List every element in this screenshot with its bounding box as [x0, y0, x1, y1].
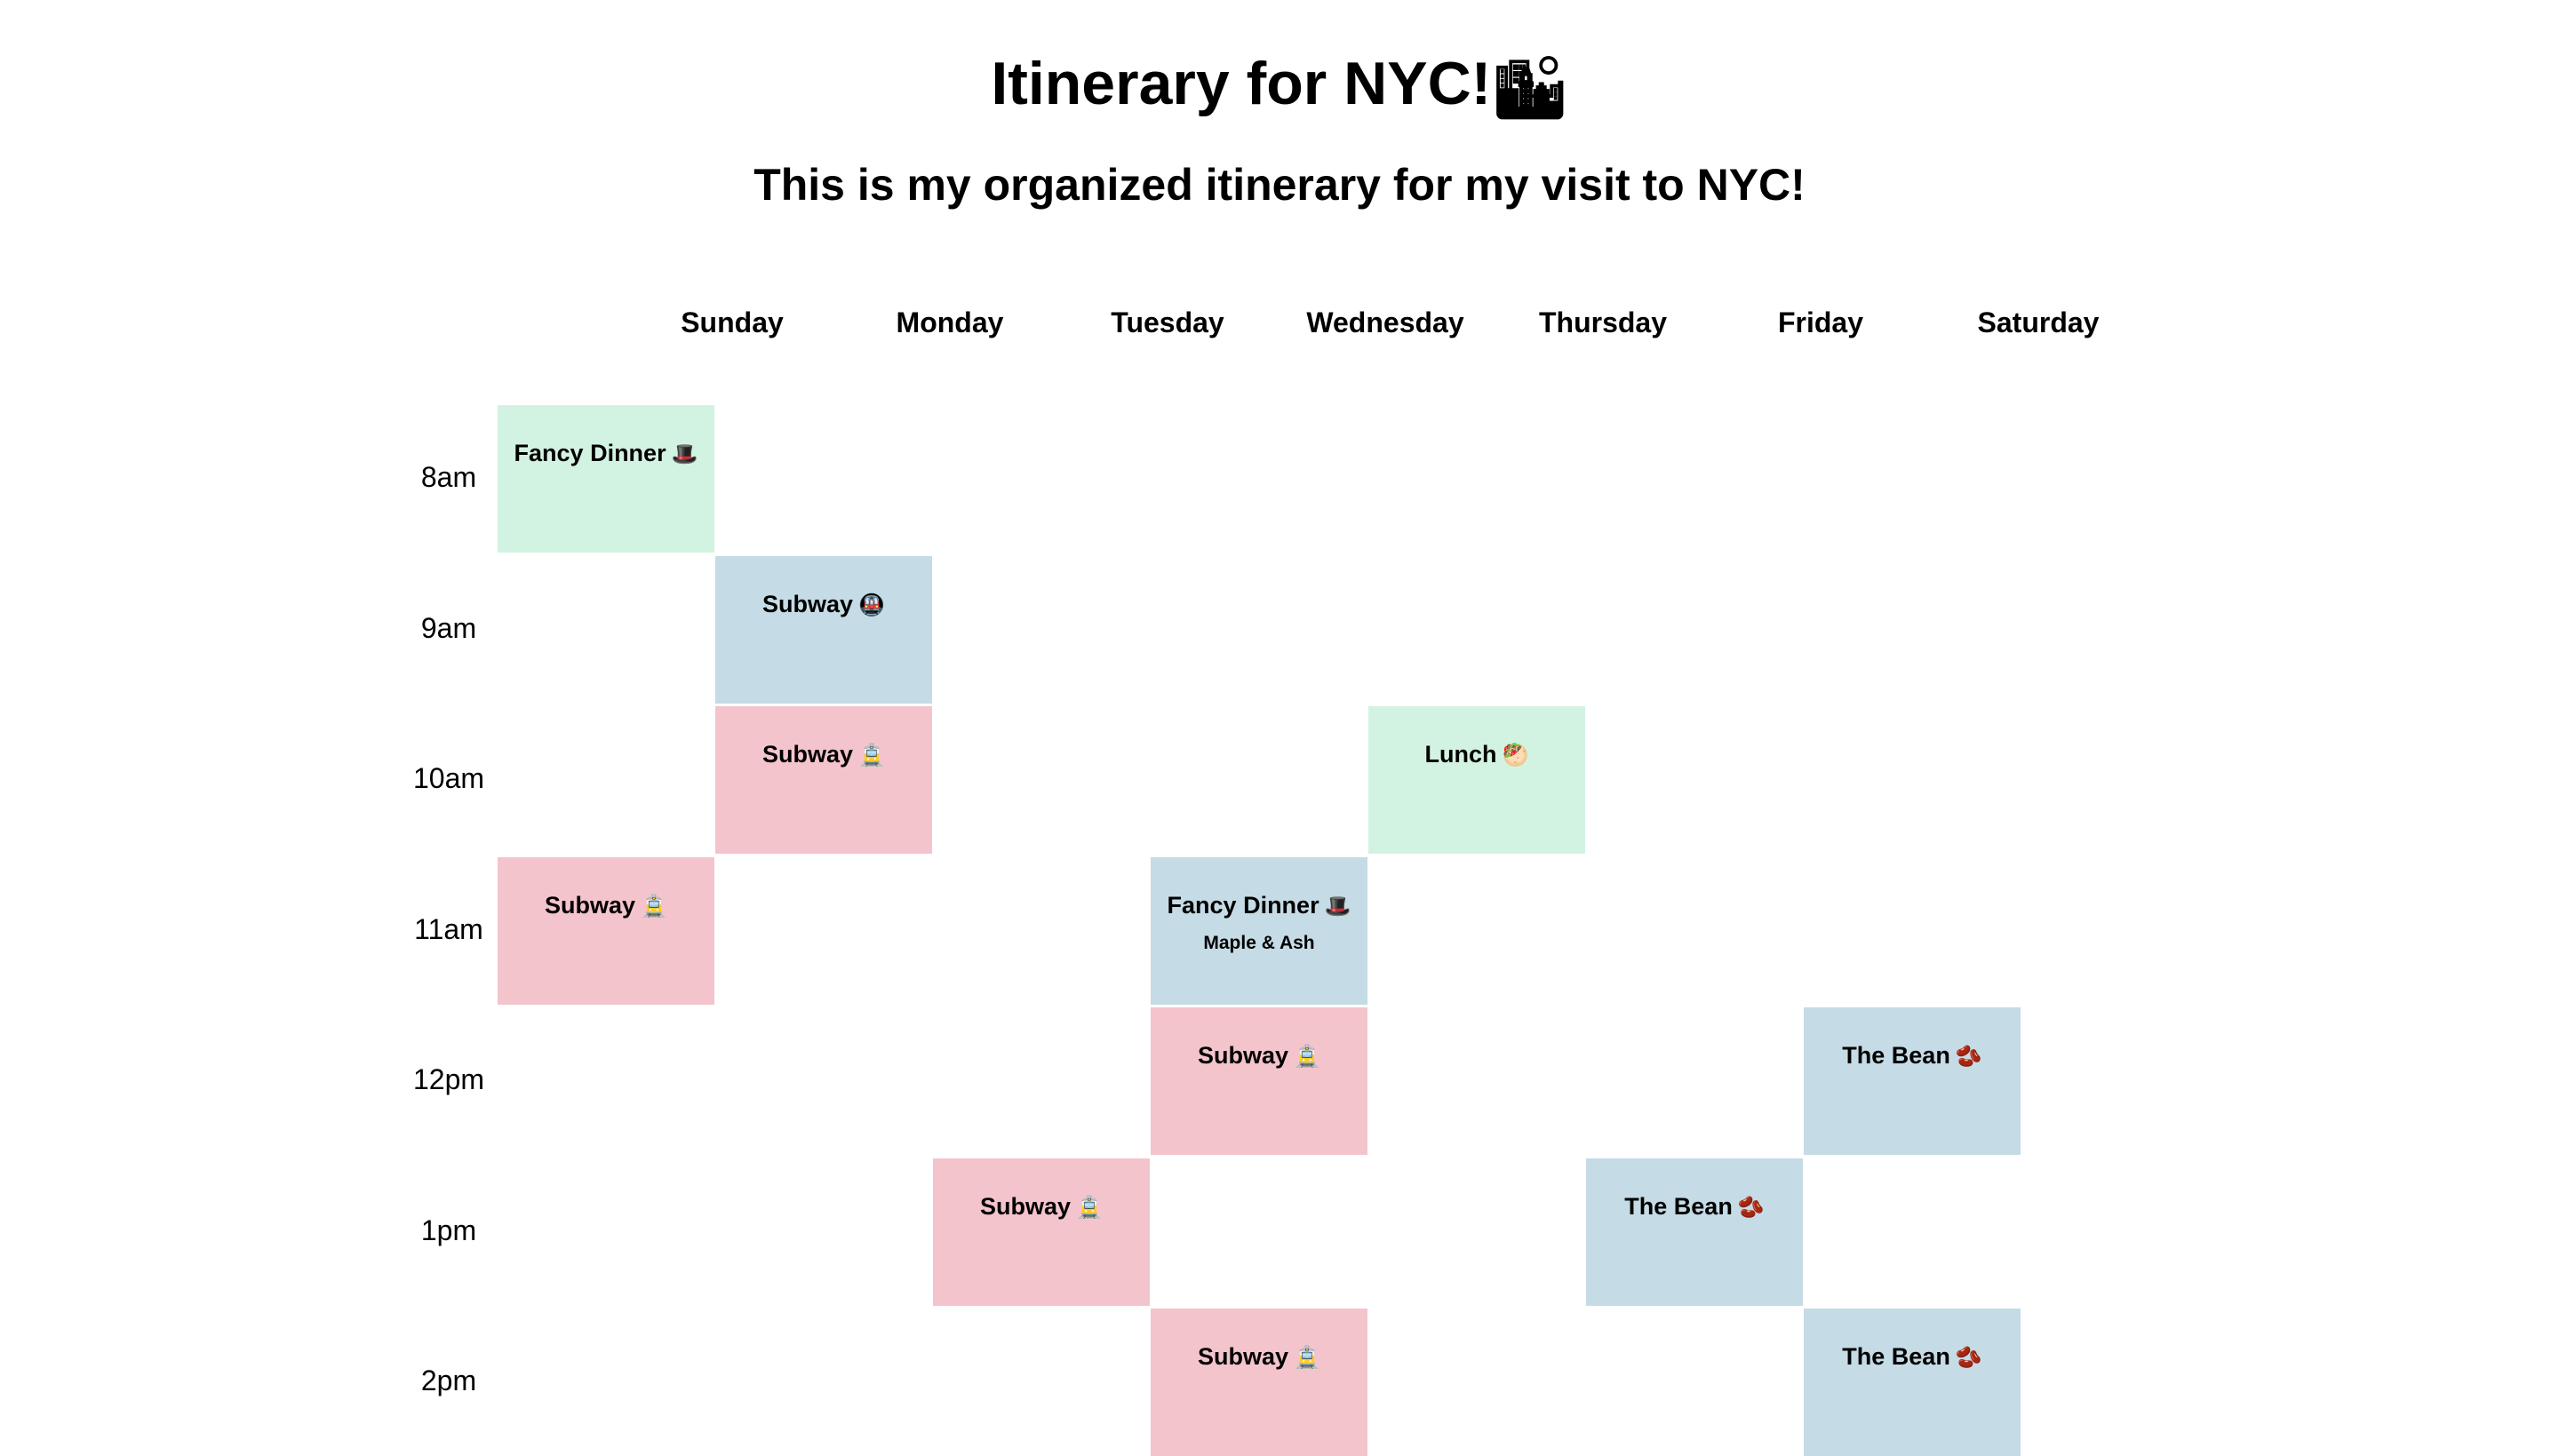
event-title: Fancy Dinner 🎩: [1151, 889, 1367, 921]
event-card-fancy-dinner[interactable]: Fancy Dinner 🎩: [498, 405, 714, 553]
event-title-text: The Bean: [1624, 1193, 1733, 1220]
cityscape-icon: 🏙: [1491, 54, 1568, 123]
metro-icon: 🚇: [858, 593, 885, 617]
event-title-text: Subway: [762, 741, 854, 768]
event-location: Maple & Ash: [1203, 933, 1315, 953]
day-header-sunday: Sunday: [681, 306, 784, 338]
event-title: Subway 🚊: [1151, 1039, 1367, 1071]
event-card-subway[interactable]: Subway 🚊: [1151, 1007, 1367, 1155]
top-hat-icon: 🎩: [671, 442, 698, 466]
event-card-the-bean[interactable]: The Bean 🫘: [1804, 1309, 2021, 1456]
page-title-text: Itinerary for NYC!: [991, 50, 1492, 117]
event-title-text: Subway: [762, 591, 854, 617]
event-title-text: Fancy Dinner: [1167, 892, 1319, 919]
event-title-text: Fancy Dinner: [514, 440, 666, 466]
event-title-text: The Bean: [1842, 1042, 1950, 1069]
event-title-text: Lunch: [1424, 741, 1497, 768]
day-header-tuesday: Tuesday: [1111, 306, 1224, 338]
page-subtitle: This is my organized itinerary for my vi…: [753, 160, 1806, 210]
beans-icon: 🫘: [1955, 1345, 1982, 1370]
page-title: Itinerary for NYC!🏙: [0, 48, 2559, 123]
event-title: Subway 🚇: [715, 588, 932, 620]
event-card-lunch[interactable]: Lunch 🥙: [1368, 706, 1585, 854]
event-title: The Bean 🫘: [1804, 1341, 2021, 1372]
tram-icon: 🚊: [858, 743, 885, 768]
top-hat-icon: 🎩: [1324, 894, 1351, 919]
day-header-wednesday: Wednesday: [1306, 306, 1464, 338]
event-title: Subway 🚊: [933, 1190, 1150, 1222]
time-label-9am: 9am: [420, 611, 477, 644]
beans-icon: 🫘: [1737, 1195, 1765, 1220]
event-card-subway[interactable]: Subway 🚊: [1151, 1309, 1367, 1456]
beans-icon: 🫘: [1955, 1044, 1982, 1069]
event-title: Fancy Dinner 🎩: [498, 437, 714, 469]
event-title-text: The Bean: [1842, 1343, 1950, 1370]
event-title-text: Subway: [545, 892, 636, 919]
event-title: The Bean 🫘: [1586, 1190, 1803, 1222]
tram-icon: 🚊: [1294, 1044, 1320, 1069]
time-label-10am: 10am: [412, 762, 485, 794]
event-card-the-bean[interactable]: The Bean 🫘: [1804, 1007, 2021, 1155]
event-title-text: Subway: [1198, 1343, 1289, 1370]
time-label-2pm: 2pm: [420, 1365, 477, 1396]
tram-icon: 🚊: [641, 894, 667, 919]
event-title: Subway 🚊: [1151, 1341, 1367, 1372]
tram-icon: 🚊: [1076, 1195, 1103, 1220]
tram-icon: 🚊: [1294, 1345, 1320, 1370]
day-header-friday: Friday: [1777, 306, 1864, 338]
event-card-subway[interactable]: Subway 🚊: [715, 706, 932, 854]
event-card-the-bean[interactable]: The Bean 🫘: [1586, 1158, 1803, 1306]
event-card-subway[interactable]: Subway 🚊: [933, 1158, 1150, 1306]
event-card-subway[interactable]: Subway 🚇: [715, 556, 932, 704]
day-header-thursday: Thursday: [1538, 306, 1668, 338]
day-header-monday: Monday: [896, 306, 1004, 338]
time-label-11am: 11am: [414, 912, 483, 945]
event-title: Subway 🚊: [715, 738, 932, 770]
event-title: Lunch 🥙: [1368, 738, 1585, 770]
day-header-saturday: Saturday: [1977, 306, 2100, 338]
time-label-1pm: 1pm: [420, 1213, 477, 1246]
stuffed-flatbread-icon: 🥙: [1502, 743, 1529, 768]
event-card-subway[interactable]: Subway 🚊: [498, 857, 714, 1005]
event-card-fancy-dinner[interactable]: Fancy Dinner 🎩 Maple & Ash: [1151, 857, 1367, 1005]
event-title-text: Subway: [1198, 1042, 1289, 1069]
event-title: The Bean 🫘: [1804, 1039, 2021, 1071]
event-title-text: Subway: [980, 1193, 1072, 1220]
event-title: Subway 🚊: [498, 889, 714, 921]
time-label-8am: 8am: [420, 461, 477, 493]
time-label-12pm: 12pm: [412, 1063, 485, 1095]
